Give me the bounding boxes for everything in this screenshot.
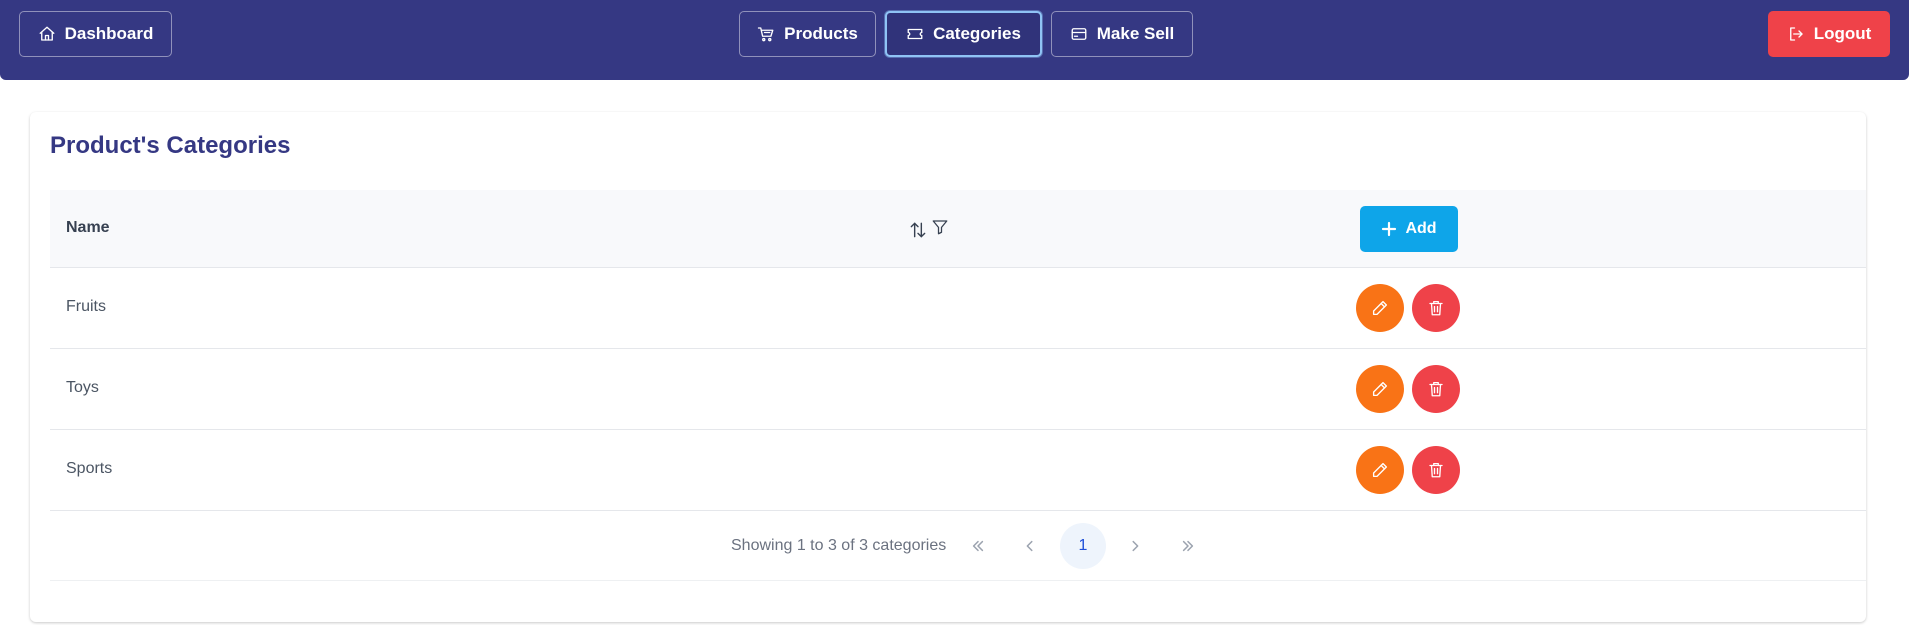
home-icon <box>38 25 56 43</box>
table-row: Fruits <box>50 268 1866 349</box>
sort-icon[interactable] <box>908 220 928 240</box>
category-name-cell: Toys <box>66 379 99 396</box>
chevrons-left-icon <box>971 539 985 553</box>
add-label: Add <box>1405 220 1437 237</box>
trash-icon <box>1427 380 1445 398</box>
paginator: Showing 1 to 3 of 3 categories 1 <box>50 511 1866 581</box>
chevron-left-icon <box>1023 539 1037 553</box>
category-name-cell: Sports <box>66 460 113 477</box>
page-number-button[interactable]: 1 <box>1060 523 1106 569</box>
logout-button[interactable]: Logout <box>1768 11 1890 57</box>
products-button[interactable]: Products <box>739 11 876 57</box>
page-title: Product's Categories <box>50 132 291 159</box>
table-row: Sports <box>50 430 1866 511</box>
credit-card-icon <box>1070 25 1088 43</box>
edit-button[interactable] <box>1356 446 1404 494</box>
column-header-name[interactable]: Name <box>66 219 110 237</box>
categories-label: Categories <box>933 24 1021 43</box>
make-sell-label: Make Sell <box>1096 24 1175 43</box>
next-page-button[interactable] <box>1112 523 1158 569</box>
delete-button[interactable] <box>1412 446 1460 494</box>
ticket-icon <box>906 25 924 43</box>
logout-icon <box>1787 25 1805 43</box>
categories-card: Product's Categories Name Add Fruits Toy… <box>30 112 1866 622</box>
pencil-icon <box>1371 461 1389 479</box>
add-category-button[interactable]: Add <box>1360 206 1458 252</box>
chevrons-right-icon <box>1181 539 1195 553</box>
categories-button[interactable]: Categories <box>885 11 1042 57</box>
delete-button[interactable] <box>1412 284 1460 332</box>
table-row: Toys <box>50 349 1866 430</box>
pencil-icon <box>1371 299 1389 317</box>
filter-icon[interactable] <box>931 218 949 236</box>
dashboard-label: Dashboard <box>64 24 154 43</box>
make-sell-button[interactable]: Make Sell <box>1051 11 1193 57</box>
first-page-button[interactable] <box>955 523 1001 569</box>
trash-icon <box>1427 461 1445 479</box>
pencil-icon <box>1371 380 1389 398</box>
edit-button[interactable] <box>1356 284 1404 332</box>
trash-icon <box>1427 299 1445 317</box>
page-report: Showing 1 to 3 of 3 categories <box>731 537 947 554</box>
edit-button[interactable] <box>1356 365 1404 413</box>
previous-page-button[interactable] <box>1007 523 1053 569</box>
top-navigation-bar: Dashboard Products Categories Make Sell … <box>0 0 1909 80</box>
table-header: Name Add <box>50 190 1866 268</box>
delete-button[interactable] <box>1412 365 1460 413</box>
category-name-cell: Fruits <box>66 298 106 315</box>
products-label: Products <box>784 24 858 43</box>
logout-label: Logout <box>1813 24 1872 43</box>
plus-icon <box>1381 221 1397 237</box>
chevron-right-icon <box>1128 539 1142 553</box>
dashboard-button[interactable]: Dashboard <box>19 11 172 57</box>
cart-icon <box>757 25 775 43</box>
last-page-button[interactable] <box>1165 523 1211 569</box>
